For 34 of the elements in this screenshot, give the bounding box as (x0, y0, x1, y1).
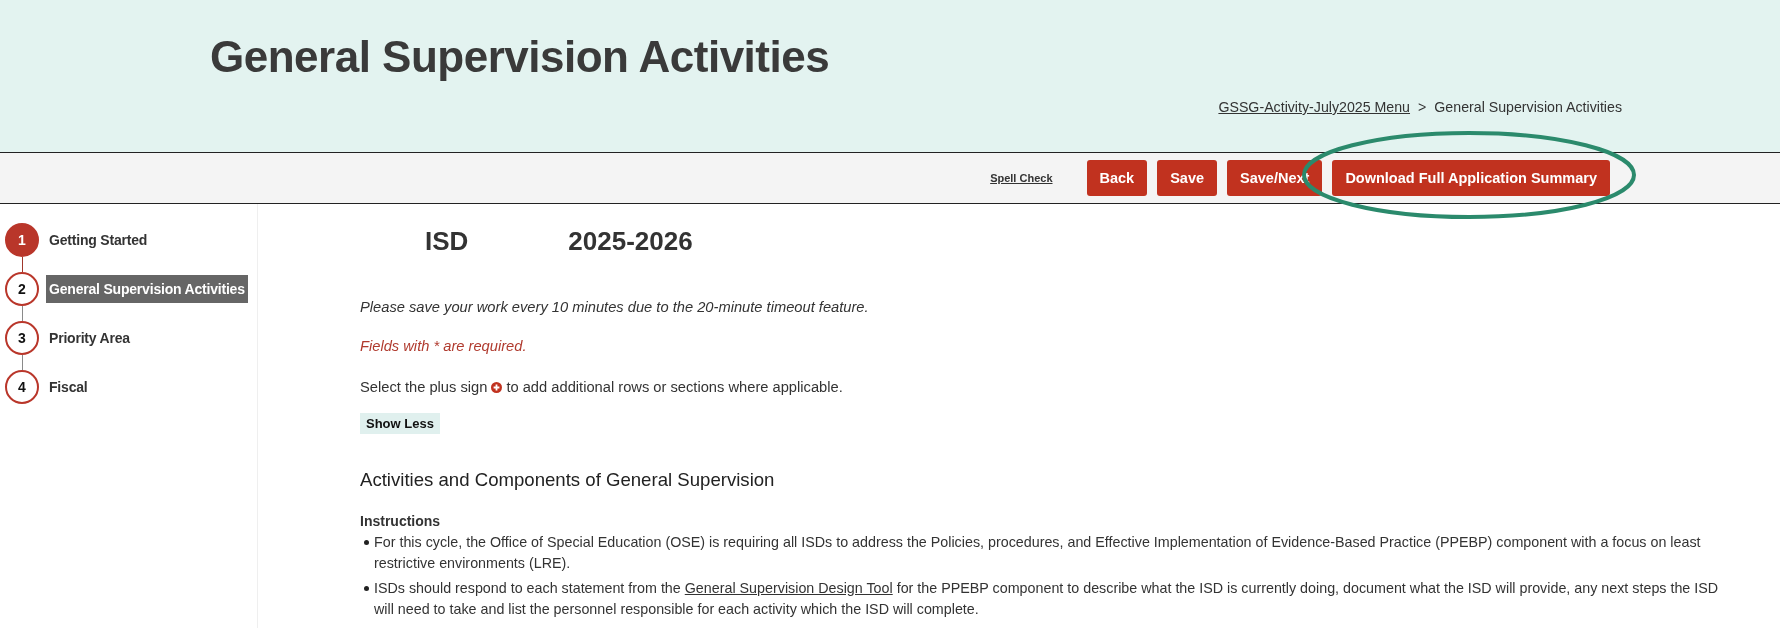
bullet-icon (364, 540, 369, 545)
school-year: 2025-2026 (568, 225, 693, 257)
bullet-icon (364, 586, 369, 591)
step-connector (21, 306, 23, 321)
save-notice: Please save your work every 10 minutes due to the 20-minute timeout feature. (360, 298, 870, 317)
page-title: General Supervision Activities (210, 31, 830, 83)
isd-label: ISD (425, 225, 469, 257)
instructions-label: Instructions (360, 512, 442, 531)
download-summary-button[interactable]: Download Full Application Summary (1332, 160, 1610, 196)
step-connector (21, 257, 23, 272)
step-number: 2 (5, 272, 39, 306)
step-label[interactable]: Fiscal (46, 373, 91, 401)
required-notice: Fields with * are required. (360, 337, 528, 356)
breadcrumb-current: General Supervision Activities (1434, 98, 1622, 116)
instruction-text: ISDs should respond to each statement from the General Supervision Design Tool for the PPEBP component to describe what the ISD is currently doing, document what the ISD will provide, any next steps the ISD will need to take and list the personnel responsible for each activity which the ISD will complete. (374, 579, 1720, 619)
design-tool-link[interactable]: General Supervision Design Tool (684, 580, 893, 596)
section-heading: Activities and Components of General Supervision (360, 468, 776, 492)
step-number: 1 (5, 223, 39, 257)
breadcrumb-link[interactable]: GSSG-Activity-July2025 Menu (1218, 98, 1410, 116)
save-button[interactable]: Save (1157, 160, 1218, 196)
breadcrumb-separator: > (1418, 98, 1427, 116)
step-connector (21, 355, 23, 370)
show-less-button[interactable]: Show Less (360, 413, 440, 434)
back-button[interactable]: Back (1086, 160, 1148, 196)
step-label[interactable]: General Supervision Activities (46, 275, 248, 303)
instruction-text: For this cycle, the Office of Special Education (OSE) is requiring all ISDs to address the Policies, procedures, and Effective Implementation of Evidence-Based Practice (PPEBP) component with a focus on least restrictive environments (LRE). (374, 533, 1702, 573)
step-number: 3 (5, 321, 39, 355)
plus-hint-text: Select the plus sign (360, 378, 488, 397)
plus-circle-icon (491, 381, 503, 393)
spell-check-link[interactable]: Spell Check (990, 172, 1053, 184)
step-label[interactable]: Priority Area (46, 324, 133, 352)
step-label[interactable]: Getting Started (46, 226, 151, 254)
step-number: 4 (5, 370, 39, 404)
plus-hint-text: to add additional rows or sections where applicable. (506, 378, 843, 397)
